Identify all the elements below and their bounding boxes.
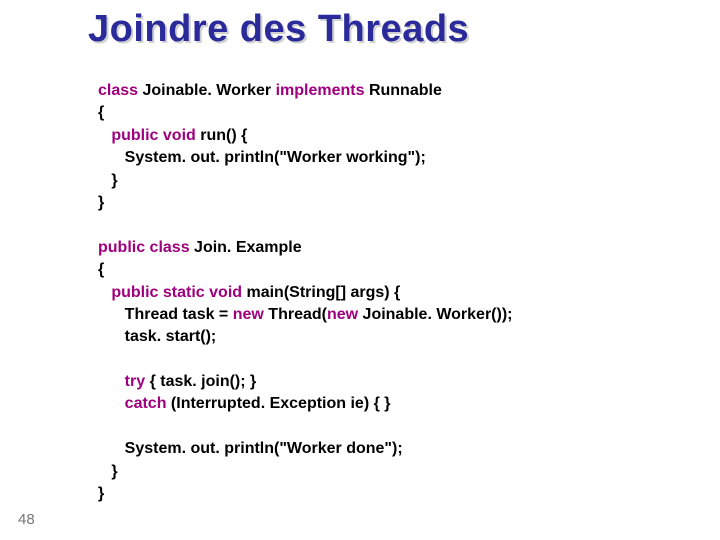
code-text: main(String[] args) { — [242, 284, 400, 301]
code-text: Joinable. Worker — [138, 82, 276, 99]
slide-title: Joindre des Threads — [88, 8, 469, 51]
slide: Joindre des Threads class Joinable. Work… — [0, 0, 720, 540]
kw-try: try — [125, 373, 145, 390]
kw-catch: catch — [125, 395, 167, 412]
kw-new: new — [233, 306, 264, 323]
code-text: Join. Example — [190, 239, 302, 256]
code-text: Runnable — [365, 82, 442, 99]
code-text: (Interrupted — [166, 395, 260, 412]
kw-public-static-void: public static void — [111, 284, 242, 301]
code-text: } — [98, 172, 118, 189]
code-text: task. start(); — [98, 328, 216, 345]
code-text: System. out. println("Worker working"); — [98, 149, 426, 166]
code-text: run() { — [196, 127, 248, 144]
code-text: Thread( — [264, 306, 327, 323]
code-block: class Joinable. Worker implements Runnab… — [98, 80, 512, 505]
code-text: System. out. println("Worker done"); — [98, 440, 403, 457]
code-text: { — [98, 104, 104, 121]
code-text: } — [98, 463, 118, 480]
code-text: Joinable. Worker()); — [358, 306, 512, 323]
code-text: Exception ie) { } — [270, 395, 391, 412]
code-text: . — [261, 395, 270, 412]
kw-new: new — [327, 306, 358, 323]
code-text: } — [98, 485, 104, 502]
code-text: { task. join(); } — [145, 373, 256, 390]
code-text: { — [98, 261, 104, 278]
page-number: 48 — [18, 511, 35, 528]
kw-public-class: public class — [98, 239, 190, 256]
kw-implements: implements — [276, 82, 365, 99]
kw-class: class — [98, 82, 138, 99]
kw-public-void: public void — [111, 127, 195, 144]
code-text: Thread task = — [98, 306, 233, 323]
code-text: } — [98, 194, 104, 211]
